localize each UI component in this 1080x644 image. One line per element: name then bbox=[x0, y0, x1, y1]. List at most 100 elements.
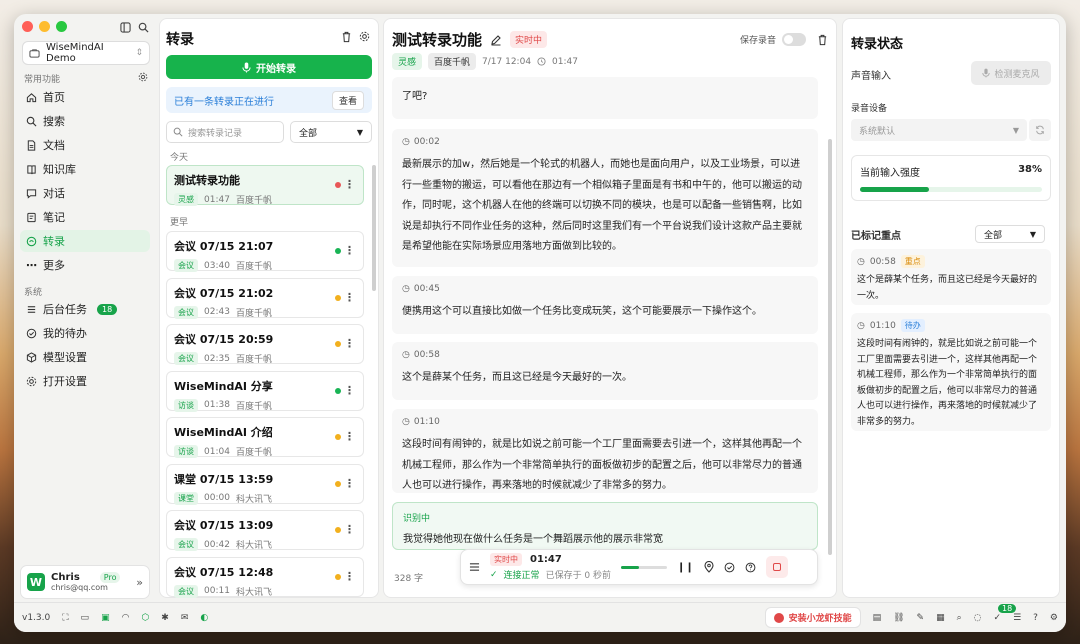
feedback-icon[interactable]: ✉ bbox=[181, 613, 189, 623]
search-icon[interactable] bbox=[138, 22, 149, 33]
task-count-badge: 18 bbox=[97, 303, 118, 315]
level-value: 38% bbox=[1018, 164, 1042, 175]
search-icon[interactable]: ⌕ bbox=[957, 613, 962, 623]
help-icon[interactable]: ? bbox=[1033, 613, 1038, 623]
link-icon[interactable]: ⛓ bbox=[893, 613, 904, 623]
bug-icon[interactable]: ✱ bbox=[161, 613, 169, 623]
list-item[interactable]: 课堂 07/15 13:59 课堂 00:00 科大讯飞 ⋮ bbox=[166, 463, 364, 505]
list-icon[interactable] bbox=[469, 562, 480, 572]
close-window-button[interactable] bbox=[22, 21, 33, 32]
list-filter-select[interactable]: 全部 ▼ bbox=[290, 121, 372, 143]
list-item[interactable]: 测试转录功能 灵感 01:47 百度千帆 ⋮ bbox=[166, 165, 364, 206]
edit-icon[interactable]: ✎ bbox=[917, 613, 925, 623]
palette-icon[interactable]: ◐ bbox=[200, 613, 208, 623]
fullscreen-icon[interactable]: ⛶ bbox=[62, 613, 68, 623]
item-engine: 百度千帆 bbox=[235, 401, 272, 412]
kebab-menu-icon[interactable]: ⋮ bbox=[344, 291, 355, 304]
wifi-icon[interactable]: ◠ bbox=[122, 613, 130, 623]
install-skill-button[interactable]: 安装小龙虾技能 bbox=[764, 607, 861, 628]
table-icon[interactable]: ▦ bbox=[936, 613, 945, 623]
stop-recording-button[interactable] bbox=[765, 556, 788, 578]
sidebar-item-transcribe[interactable]: 转录 bbox=[20, 230, 150, 252]
help-icon[interactable] bbox=[745, 562, 756, 573]
list-scrollbar[interactable] bbox=[372, 165, 376, 291]
maximize-window-button[interactable] bbox=[56, 21, 67, 32]
save-recording-label: 保存录音 bbox=[739, 36, 776, 46]
category-tag[interactable]: 灵感 bbox=[392, 53, 423, 70]
list-item[interactable]: 会议 07/15 13:09 会议 00:42 科大讯飞 ⋮ bbox=[166, 510, 364, 551]
recognizing-text: 我觉得她他现在做什么任务是一个舞蹈展示他的展示非常宽 bbox=[403, 534, 663, 545]
clock-icon: ◷ bbox=[402, 137, 410, 147]
recording-device-select[interactable]: 系统默认 ▼ bbox=[851, 119, 1027, 141]
chat-icon[interactable]: ◌ bbox=[974, 613, 982, 623]
list-item[interactable]: 会议 07/15 20:59 会议 02:35 百度千帆 ⋮ bbox=[166, 324, 364, 365]
save-recording-toggle[interactable] bbox=[782, 33, 806, 46]
date-text: 7/17 12:04 bbox=[482, 56, 532, 67]
kebab-menu-icon[interactable]: ⋮ bbox=[344, 523, 355, 536]
kebab-menu-icon[interactable]: ⋮ bbox=[344, 430, 355, 443]
search-transcripts-input[interactable]: 搜索转录记录 bbox=[166, 121, 284, 143]
refresh-devices-button[interactable] bbox=[1029, 119, 1051, 141]
item-duration: 01:38 bbox=[204, 400, 230, 410]
gear-icon[interactable] bbox=[359, 31, 370, 42]
list-item[interactable]: 会议 07/15 12:48 会议 00:11 科大讯飞 ⋮ bbox=[166, 556, 364, 598]
install-label: 安装小龙虾技能 bbox=[788, 614, 852, 624]
sidebar-item-knowledge[interactable]: 知识库 bbox=[20, 158, 150, 180]
marked-item[interactable]: ◷ 00:58 重点 这个是薛某个任务，而且这已经是今天最好的一次。 bbox=[851, 249, 1051, 305]
sidebar-item-more[interactable]: ⋯ 更多 bbox=[20, 254, 150, 276]
marked-filter-select[interactable]: 全部 ▼ bbox=[975, 225, 1045, 243]
list-item[interactable]: 会议 07/15 21:07 会议 03:40 百度千帆 ⋮ bbox=[166, 231, 364, 272]
workspace-icon bbox=[29, 48, 40, 59]
minimize-window-button[interactable] bbox=[39, 21, 50, 32]
sidebar-item-home[interactable]: 首页 bbox=[20, 86, 150, 108]
kebab-menu-icon[interactable]: ⋮ bbox=[344, 477, 355, 490]
view-button[interactable]: 查看 bbox=[331, 90, 364, 110]
cube-icon[interactable]: ⬡ bbox=[141, 613, 149, 623]
tasks-icon[interactable]: ☰ bbox=[1013, 613, 1021, 623]
sidebar-item-search[interactable]: 搜索 bbox=[20, 110, 150, 132]
sidebar-item-model-settings[interactable]: 模型设置 bbox=[20, 346, 150, 368]
kebab-menu-icon[interactable]: ⋮ bbox=[344, 384, 355, 397]
transcript-segment: ◷ 00:02 最新展示的加w，然后她是一个轮式的机器人，而她也是面向用户，以及工… bbox=[392, 129, 818, 267]
item-engine: 科大讯飞 bbox=[235, 494, 272, 505]
trash-icon[interactable] bbox=[817, 34, 828, 46]
edit-icon[interactable] bbox=[490, 34, 502, 46]
kebab-menu-icon[interactable]: ⋮ bbox=[344, 337, 355, 350]
document-icon[interactable]: ▤ bbox=[873, 613, 882, 623]
sidebar-item-documents[interactable]: 文档 bbox=[20, 134, 150, 156]
user-profile[interactable]: W Chris Pro chris@qq.com » bbox=[20, 565, 150, 599]
kebab-menu-icon[interactable]: ⋮ bbox=[344, 178, 355, 191]
kebab-menu-icon[interactable]: ⋮ bbox=[344, 570, 355, 583]
layout-icon[interactable]: ▭ bbox=[81, 613, 90, 623]
sidebar-item-todos[interactable]: 我的待办 bbox=[20, 322, 150, 344]
item-tag: 访谈 bbox=[174, 445, 198, 458]
pause-icon[interactable]: ❙❙ bbox=[677, 562, 694, 573]
list-item[interactable]: WiseMindAI 分享 访谈 01:38 百度千帆 ⋮ bbox=[166, 370, 364, 412]
stop-icon bbox=[772, 563, 781, 571]
sidebar-item-background-tasks[interactable]: 后台任务 18 bbox=[20, 298, 150, 320]
list-icon bbox=[26, 304, 37, 315]
transcript-scrollbar[interactable] bbox=[828, 139, 832, 555]
check-circle-icon[interactable] bbox=[724, 562, 735, 573]
sidebar-item-notes[interactable]: 笔记 bbox=[20, 206, 150, 228]
check-circle-icon[interactable]: ✓ bbox=[994, 613, 1002, 623]
detect-microphone-button[interactable]: 检测麦克风 bbox=[971, 61, 1051, 85]
recognizing-label: 识别中 bbox=[403, 514, 431, 524]
start-transcription-button[interactable]: 开始转录 bbox=[166, 55, 372, 79]
lobster-icon bbox=[773, 612, 784, 623]
gear-icon[interactable]: ⚙ bbox=[1050, 613, 1058, 623]
marked-item[interactable]: ◷ 01:10 待办 这段时间有闹钟的，就是比如说之前可能一个工厂里面需要去引进一个… bbox=[851, 313, 1051, 431]
location-pin-icon[interactable] bbox=[704, 561, 714, 573]
trash-icon[interactable] bbox=[341, 31, 352, 43]
gear-icon[interactable] bbox=[138, 72, 148, 82]
list-item[interactable]: 会议 07/15 21:02 会议 02:43 百度千帆 ⋮ bbox=[166, 277, 364, 319]
sidebar-item-chat[interactable]: 对话 bbox=[20, 182, 150, 204]
list-item[interactable]: WiseMindAI 介绍 访谈 01:04 百度千帆 ⋮ bbox=[166, 417, 364, 458]
sidebar-toggle-icon[interactable] bbox=[120, 22, 131, 33]
terminal-icon[interactable]: ▣ bbox=[101, 613, 110, 623]
kebab-menu-icon[interactable]: ⋮ bbox=[344, 244, 355, 257]
item-title: 会议 07/15 20:59 bbox=[174, 333, 274, 346]
sidebar-item-open-settings[interactable]: 打开设置 bbox=[20, 370, 150, 392]
more-icon: ⋯ bbox=[26, 258, 37, 272]
workspace-switcher[interactable]: WiseMindAI Demo ⇕ bbox=[22, 41, 150, 65]
